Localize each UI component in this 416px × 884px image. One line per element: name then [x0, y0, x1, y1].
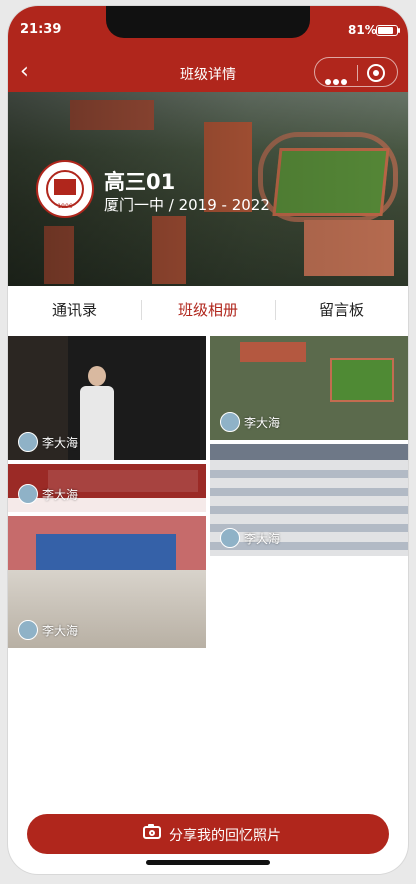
group-crowd	[8, 570, 206, 648]
avatar	[220, 412, 240, 432]
battery-percentage: 81%	[348, 23, 377, 37]
more-menu-icon[interactable]	[325, 70, 349, 85]
home-indicator	[146, 860, 270, 865]
owner-name: 李大海	[244, 532, 281, 546]
class-name: 高三01	[104, 170, 176, 194]
school-emblem-logo: 1906	[36, 160, 94, 218]
status-time: 21:39	[20, 22, 62, 37]
camera-icon	[143, 824, 161, 839]
photo-card[interactable]: 李大海	[8, 464, 206, 512]
event-banner	[36, 534, 176, 574]
miniprogram-capsule	[314, 57, 398, 87]
tab-contacts[interactable]: 通讯录	[8, 286, 141, 334]
photo-strip	[8, 498, 206, 512]
photo-person	[80, 366, 116, 460]
school-and-years: 厦门一中 / 2019 - 2022	[104, 196, 270, 214]
owner-name: 李大海	[42, 488, 79, 502]
photo-gallery: 李大海 李大海 李大海 李大海 李大海	[8, 336, 408, 816]
photo-card[interactable]: 李大海	[8, 516, 206, 648]
photo-card[interactable]: 李大海	[210, 444, 408, 556]
avatar	[18, 432, 38, 452]
battery-icon	[376, 25, 400, 36]
avatar	[18, 620, 38, 640]
capsule-divider	[357, 65, 358, 81]
building-roof	[240, 342, 306, 362]
status-bar: 21:39 81%	[8, 6, 408, 52]
device-notch	[106, 6, 310, 38]
photo-card[interactable]: 李大海	[8, 336, 206, 460]
share-button-label: 分享我的回忆照片	[169, 828, 281, 844]
student-rows	[210, 460, 408, 556]
owner-name: 李大海	[42, 436, 79, 450]
emblem-year: 1906	[57, 203, 73, 210]
tab-message-board[interactable]: 留言板	[275, 286, 408, 334]
close-miniprogram-icon[interactable]	[367, 64, 385, 82]
sports-field	[330, 358, 394, 402]
photo-card[interactable]: 李大海	[210, 336, 408, 440]
avatar	[220, 528, 240, 548]
avatar	[18, 484, 38, 504]
phone-screen: 21:39 81% ‹ 班级详情 1906 高三01 厦门一中 / 2019 -…	[8, 6, 408, 874]
share-memory-photos-button[interactable]: 分享我的回忆照片	[27, 814, 389, 854]
navigation-bar: ‹ 班级详情	[8, 52, 408, 92]
owner-name: 李大海	[42, 624, 79, 638]
tab-class-album[interactable]: 班级相册	[141, 286, 275, 334]
class-header-banner: 1906 高三01 厦门一中 / 2019 - 2022	[8, 92, 408, 286]
owner-name: 李大海	[244, 416, 281, 430]
tab-bar: 通讯录 班级相册 留言板	[8, 286, 408, 334]
